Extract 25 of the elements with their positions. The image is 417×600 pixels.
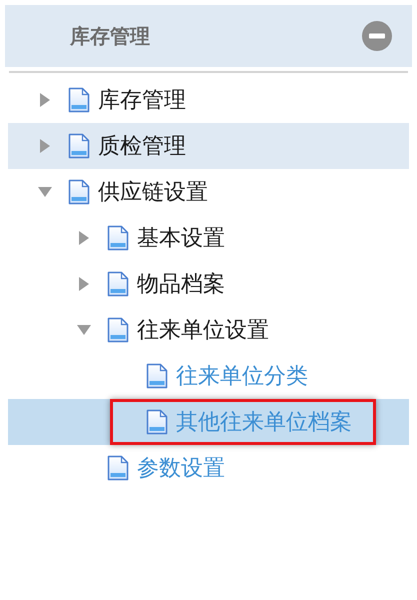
collapsed-arrow-icon[interactable] [40, 139, 50, 153]
document-icon [68, 133, 90, 159]
document-icon [68, 87, 90, 113]
document-icon [146, 409, 168, 435]
document-icon [107, 225, 129, 251]
collapsed-arrow-icon[interactable] [79, 277, 89, 291]
collapsed-arrow-icon[interactable] [40, 93, 50, 107]
expanded-arrow-icon[interactable] [77, 325, 91, 335]
tree-link[interactable]: 参数设置 [137, 452, 225, 484]
collapse-icon[interactable] [362, 21, 392, 51]
document-icon [107, 271, 129, 297]
document-icon [146, 363, 168, 389]
tree-item[interactable]: 物品档案 [137, 268, 225, 300]
tree-item[interactable]: 质检管理 [98, 130, 186, 162]
panel-title: 库存管理 [70, 23, 150, 50]
tree-item[interactable]: 库存管理 [98, 84, 186, 116]
tree-item[interactable]: 往来单位设置 [137, 314, 269, 346]
document-icon [68, 179, 90, 205]
document-icon [107, 455, 129, 481]
expanded-arrow-icon[interactable] [38, 187, 52, 197]
tree-link[interactable]: 往来单位分类 [176, 360, 308, 392]
collapsed-arrow-icon[interactable] [79, 231, 89, 245]
tree-item[interactable]: 供应链设置 [98, 176, 208, 208]
document-icon [107, 317, 129, 343]
tree-item[interactable]: 基本设置 [137, 222, 225, 254]
